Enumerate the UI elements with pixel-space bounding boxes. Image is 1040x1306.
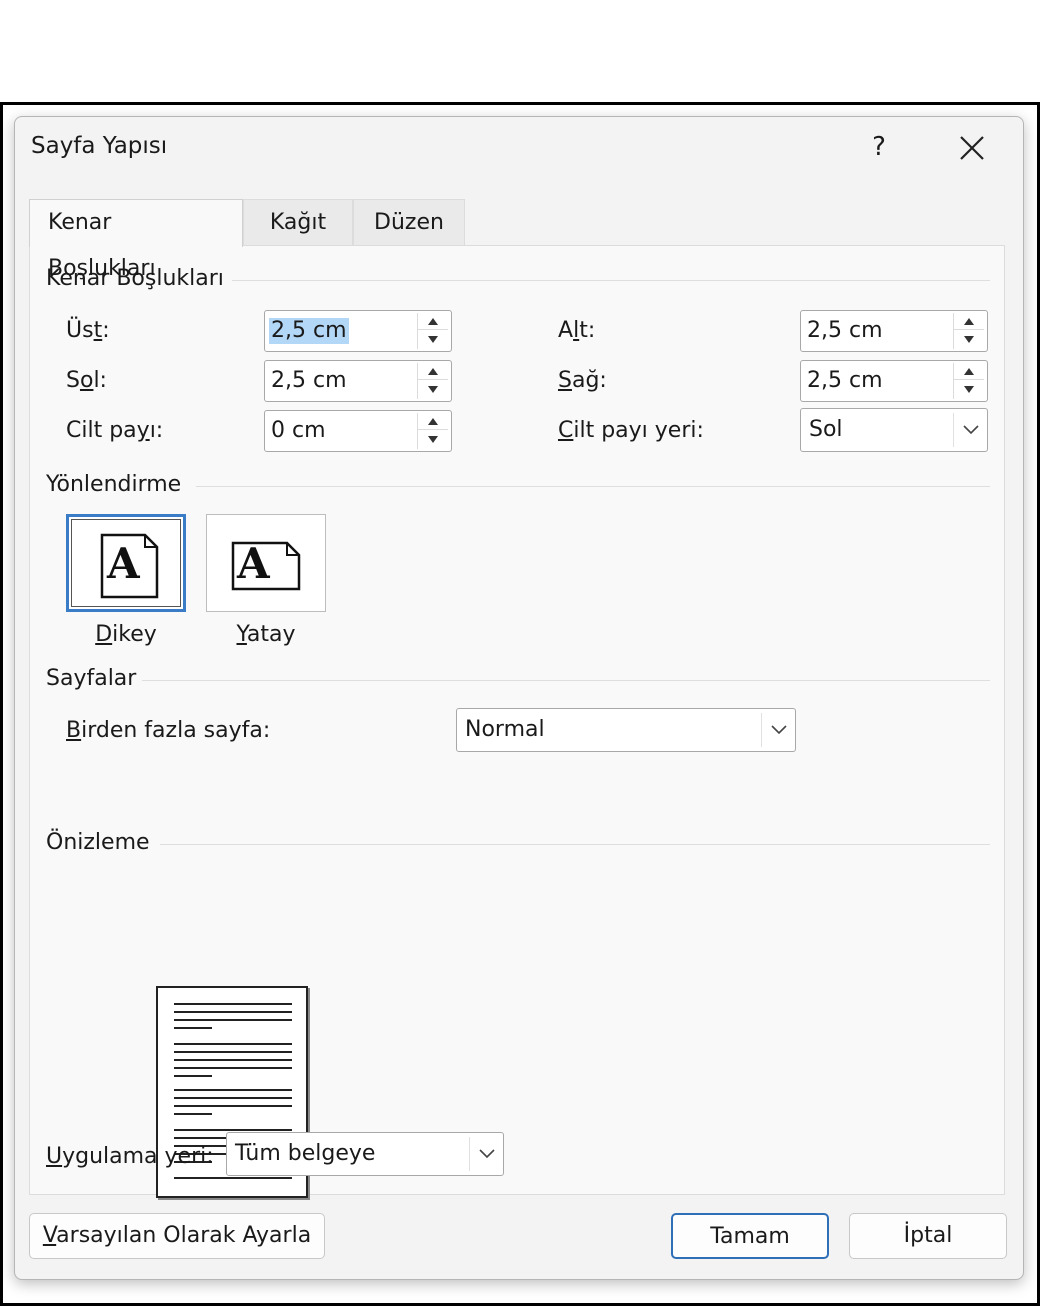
margins-group-line: [232, 280, 990, 281]
top-margin-label: Üst:: [66, 318, 110, 343]
arrow-up-icon: [964, 368, 974, 375]
arrow-up-icon: [428, 368, 438, 375]
apply-to-label: Uygulama yeri:: [46, 1144, 214, 1169]
spinner-arrows: [417, 363, 449, 399]
pages-group-title: Sayfalar: [46, 666, 137, 691]
arrow-down-icon: [428, 436, 438, 443]
pages-group-line: [142, 680, 990, 681]
spinner-arrows: [953, 313, 985, 349]
arrow-up-icon: [428, 318, 438, 325]
arrow-down-icon: [964, 336, 974, 343]
chevron-down-icon: [963, 425, 979, 435]
tab-margins[interactable]: Kenar Boşlukları: [29, 199, 243, 281]
orientation-group-title: Yönlendirme: [46, 472, 182, 497]
preview-group-title: Önizleme: [46, 830, 150, 855]
ok-button[interactable]: Tamam: [671, 1213, 829, 1259]
arrow-down-icon: [428, 336, 438, 343]
arrow-up-icon: [964, 318, 974, 325]
preview-group-line: [160, 844, 990, 845]
top-margin-value[interactable]: 2,5 cm: [269, 318, 349, 344]
bottom-margin-value[interactable]: 2,5 cm: [805, 318, 885, 344]
tab-paper[interactable]: Kağıt: [243, 199, 353, 245]
left-margin-spinner[interactable]: 2,5 cm: [264, 360, 452, 402]
multiple-pages-value: Normal: [465, 717, 545, 742]
top-margin-spinner[interactable]: 2,5 cm: [264, 310, 452, 352]
spinner-arrows: [953, 363, 985, 399]
arrow-down-icon: [964, 386, 974, 393]
tab-layout[interactable]: Düzen: [353, 199, 465, 245]
close-button[interactable]: [953, 129, 991, 167]
dialog-title: Sayfa Yapısı: [31, 133, 168, 159]
bottom-margin-spinner[interactable]: 2,5 cm: [800, 310, 988, 352]
multiple-pages-dropdown[interactable]: Normal: [456, 708, 796, 752]
apply-to-dropdown[interactable]: Tüm belgeye: [226, 1132, 504, 1176]
top-margin-down-arrow[interactable]: [418, 331, 448, 348]
right-margin-down-arrow[interactable]: [954, 381, 984, 398]
gutter-value[interactable]: 0 cm: [269, 418, 328, 444]
set-as-default-button[interactable]: Varsayılan Olarak Ayarla: [29, 1213, 325, 1259]
arrow-down-icon: [428, 386, 438, 393]
chevron-down-icon: [771, 725, 787, 735]
left-margin-value[interactable]: 2,5 cm: [269, 368, 349, 394]
apply-to-value: Tüm belgeye: [235, 1141, 376, 1166]
gutter-up-arrow[interactable]: [418, 413, 448, 430]
title-bar: Sayfa Yapısı ?: [15, 117, 1023, 181]
gutter-position-value: Sol: [809, 417, 843, 442]
left-margin-label: Sol:: [66, 368, 107, 393]
page-setup-dialog: Sayfa Yapısı ? Kenar Boşlukları Kağıt Dü…: [14, 116, 1024, 1280]
landscape-label: Yatay: [236, 622, 296, 647]
right-margin-value[interactable]: 2,5 cm: [805, 368, 885, 394]
bottom-margin-down-arrow[interactable]: [954, 331, 984, 348]
spinner-arrows: [417, 413, 449, 449]
gutter-down-arrow[interactable]: [418, 431, 448, 448]
orientation-group-line: [196, 486, 990, 487]
screenshot-frame: Sayfa Yapısı ? Kenar Boşlukları Kağıt Dü…: [0, 102, 1040, 1306]
help-button[interactable]: ?: [863, 129, 895, 165]
cancel-button[interactable]: İptal: [849, 1213, 1007, 1259]
landscape-button[interactable]: A: [206, 514, 326, 612]
arrow-up-icon: [428, 418, 438, 425]
landscape-letter-glyph: A: [237, 539, 270, 588]
gutter-position-dropdown[interactable]: Sol: [800, 408, 988, 452]
apply-to-drop-button[interactable]: [469, 1137, 503, 1171]
portrait-letter-glyph: A: [107, 539, 140, 588]
gutter-position-label: Cilt payı yeri:: [558, 418, 704, 443]
right-margin-up-arrow[interactable]: [954, 363, 984, 380]
bottom-margin-up-arrow[interactable]: [954, 313, 984, 330]
bottom-margin-label: Alt:: [558, 318, 596, 343]
right-margin-spinner[interactable]: 2,5 cm: [800, 360, 988, 402]
left-margin-up-arrow[interactable]: [418, 363, 448, 380]
multiple-pages-drop-button[interactable]: [761, 713, 795, 747]
right-margin-label: Sağ:: [558, 368, 607, 393]
gutter-position-drop-button[interactable]: [953, 413, 987, 447]
top-margin-up-arrow[interactable]: [418, 313, 448, 330]
gutter-spinner[interactable]: 0 cm: [264, 410, 452, 452]
multiple-pages-label: Birden fazla sayfa:: [66, 718, 271, 743]
portrait-button[interactable]: A: [66, 514, 186, 612]
portrait-label: Dikey: [95, 622, 157, 647]
left-margin-down-arrow[interactable]: [418, 381, 448, 398]
close-icon: [960, 136, 984, 160]
gutter-label: Cilt payı:: [66, 418, 164, 443]
spinner-arrows: [417, 313, 449, 349]
tab-panel-margins: Kenar Boşlukları Üst: 2,5 cm Alt: 2,5 cm…: [29, 245, 1005, 1198]
chevron-down-icon: [479, 1149, 495, 1159]
